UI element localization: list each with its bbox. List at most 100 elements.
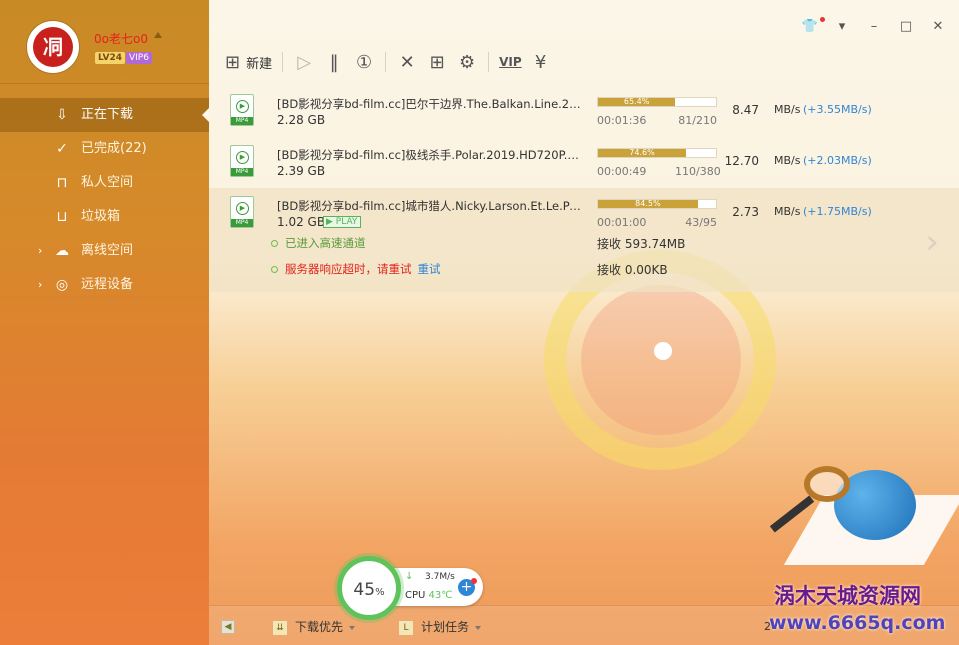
yen-icon: ¥ (534, 51, 547, 73)
file-ext-label: MP4 (231, 219, 253, 227)
start-button[interactable]: ▷ (289, 46, 319, 78)
level-badge: LV24 (95, 52, 125, 64)
sidebar-item-label: 垃圾箱 (81, 209, 121, 224)
play-button[interactable]: ▶ PLAY (323, 216, 362, 228)
close-icon[interactable]: ✕ (929, 18, 947, 36)
schedule-icon: L (399, 620, 413, 635)
new-task-button[interactable]: ⊞ 新建 (221, 46, 276, 78)
task-name: [BD影视分享bd-film.cc]城市猎人.Nicky.Larson.Et.L… (277, 199, 587, 213)
sidebar-item-downloading[interactable]: ⇩ 正在下载 (0, 98, 209, 132)
server-status: 服务器响应超时，请重试 重试 (271, 261, 441, 277)
sidebar-item-label: 远程设备 (81, 277, 134, 292)
maximize-icon[interactable]: □ (897, 18, 915, 36)
task-row[interactable]: ▶ MP4 [BD影视分享bd-film.cc]极线杀手.Polar.2019.… (209, 137, 959, 188)
retry-link[interactable]: 重试 (418, 262, 441, 276)
vip-label: VIP (499, 55, 522, 69)
new-icon: ⊞ (225, 51, 241, 73)
grid-icon: ⊞ (429, 51, 445, 73)
queue-one-icon: ① (356, 51, 373, 73)
trash-icon: ⊔ (56, 209, 68, 225)
download-priority-button[interactable]: ⇊ 下载优先 (273, 618, 356, 635)
thunder-app-window: 㓊 0o老七o0 LV24 VIP6 ⇩ 正在下载 ✓ 已完成(22) ⊓ 私人… (0, 0, 959, 645)
check-circle-icon: ✓ (56, 141, 68, 157)
sidebar-item-label: 离线空间 (81, 243, 134, 258)
play-icon: ▷ (297, 51, 312, 73)
toolbar-divider (385, 52, 387, 72)
queue-button[interactable]: ① (349, 46, 379, 78)
globe-icon: ◎ (55, 277, 69, 293)
status-dot-icon (271, 240, 278, 247)
cloud-download-icon: ☁ (55, 243, 69, 259)
vip-badge[interactable]: VIP6 (126, 52, 152, 64)
scheduled-task-button[interactable]: L 计划任务 (399, 618, 482, 635)
plan-label: 计划任务 (421, 620, 470, 634)
task-size: 1.02 GB (277, 215, 326, 229)
server-status-text: 服务器响应超时，请重试 (285, 262, 412, 276)
sidebar-nav: ⇩ 正在下载 ✓ 已完成(22) ⊓ 私人空间 ⊔ 垃圾箱 › ☁ 离线空间 ›… (0, 98, 209, 302)
window-controls: 👕 ▾ – □ ✕ (801, 18, 947, 36)
file-ext-label: MP4 (231, 117, 253, 125)
block-count: 81/210 (678, 114, 717, 127)
sidebar-item-offline-space[interactable]: › ☁ 离线空间 (0, 234, 209, 268)
download-arrow-icon: ↓ (405, 571, 414, 582)
progress-fill: 84.5% (598, 200, 698, 208)
menu-icon[interactable]: ▾ (833, 18, 851, 36)
play-label: PLAY (335, 217, 358, 227)
chevron-right-icon[interactable]: › (38, 268, 42, 302)
collapse-left-icon[interactable]: ◀ (221, 620, 235, 634)
play-circle-icon: ▶ (236, 202, 249, 215)
status-dot-icon (271, 266, 278, 273)
progress-bar: 65.4% (597, 97, 717, 107)
new-label: 新建 (246, 56, 273, 72)
sidebar-item-remote-devices[interactable]: › ◎ 远程设备 (0, 268, 209, 302)
minimize-icon[interactable]: – (865, 18, 883, 36)
task-row[interactable]: ▶ MP4 [BD影视分享bd-film.cc]巴尔干边界.The.Balkan… (209, 86, 959, 137)
progress-fill: 74.6% (598, 149, 687, 157)
delete-x-icon: ✕ (399, 51, 415, 73)
settings-button[interactable]: ⚙ (452, 46, 482, 78)
cpu-temp-value: 43℃ (428, 590, 453, 601)
view-toggle-button[interactable]: ⊞ (422, 46, 452, 78)
pause-button[interactable]: ‖ (319, 46, 349, 78)
skin-icon[interactable]: 👕 (801, 18, 819, 36)
vip-button[interactable]: VIP (495, 46, 526, 78)
progress-bar: 84.5% (597, 199, 717, 209)
chevron-right-icon[interactable]: › (925, 222, 939, 262)
sidebar-item-label: 正在下载 (81, 107, 134, 122)
user-panel: 㓊 0o老七o0 LV24 VIP6 (0, 0, 209, 84)
sidebar-item-private-space[interactable]: ⊓ 私人空间 (0, 166, 209, 200)
lock-icon: ⊓ (56, 175, 68, 191)
chevron-right-icon[interactable]: › (38, 234, 42, 268)
cpu-label: CPU (405, 590, 426, 601)
download-speed: 8.47 (732, 103, 759, 117)
time-remaining: 00:01:00 (597, 216, 647, 229)
avatar[interactable]: 㓊 (27, 21, 79, 73)
sidebar-item-trash[interactable]: ⊔ 垃圾箱 (0, 200, 209, 234)
delete-button[interactable]: ✕ (392, 46, 422, 78)
speed-boost: (+2.03MB/s) (803, 154, 872, 167)
progress-fill: 65.4% (598, 98, 676, 106)
main-panel: 👕 ▾ – □ ✕ ⊞ 新建 ▷ ‖ ① ✕ ⊞ ⚙ VIP ¥ ▶ MP4 [… (209, 0, 959, 645)
channel-received: 接收 593.74MB (597, 237, 686, 251)
task-size: 2.28 GB (277, 113, 326, 127)
play-circle-icon: ▶ (236, 100, 249, 113)
toolbar-divider (488, 52, 490, 72)
server-received: 接收 0.00KB (597, 263, 668, 277)
toolbar: ⊞ 新建 ▷ ‖ ① ✕ ⊞ ⚙ VIP ¥ (221, 46, 556, 78)
speed-widget[interactable]: ↓ 3.7M/s CPU 43℃ + 45% (337, 556, 485, 620)
username[interactable]: 0o老七o0 (94, 30, 148, 47)
sidebar-item-completed[interactable]: ✓ 已完成(22) (0, 132, 209, 166)
gift-button[interactable]: ¥ (526, 46, 556, 78)
active-pointer (202, 108, 209, 122)
speed-boost: (+3.55MB/s) (803, 103, 872, 116)
mp4-file-icon: ▶ MP4 (230, 196, 254, 228)
widget-percent-ring: 45% (337, 556, 401, 620)
user-menu-caret-icon[interactable] (154, 32, 162, 38)
status-bar: ◀ ⇊ 下载优先 L 计划任务 2 (209, 605, 959, 645)
decorative-dot (654, 342, 672, 360)
footer-right-text: 2 (764, 620, 771, 633)
sidebar: 㓊 0o老七o0 LV24 VIP6 ⇩ 正在下载 ✓ 已完成(22) ⊓ 私人… (0, 0, 209, 645)
toolbar-divider (282, 52, 284, 72)
percent-sign: % (375, 587, 385, 598)
task-row-selected[interactable]: ▶ MP4 [BD影视分享bd-film.cc]城市猎人.Nicky.Larso… (209, 188, 959, 292)
